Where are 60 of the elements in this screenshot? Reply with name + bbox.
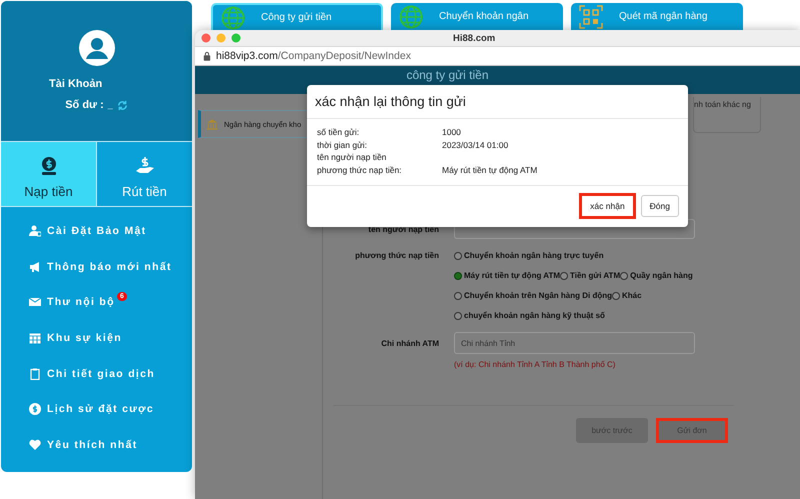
clipboard-icon xyxy=(29,368,41,380)
hand-dollar-icon xyxy=(134,156,154,176)
sidebar-tab[interactable]: Nạp tiền xyxy=(1,142,96,206)
radio-option[interactable]: Tiền gửi ATM xyxy=(560,271,620,280)
globe-icon xyxy=(221,6,245,30)
radio-button[interactable] xyxy=(454,312,462,320)
menu-item[interactable]: Thông báo mới nhất xyxy=(29,248,184,284)
detail-label: tên người nạp tiền xyxy=(317,152,388,164)
radio-button[interactable] xyxy=(454,252,462,260)
bank-icon xyxy=(207,118,219,130)
window-title: Hi88.com xyxy=(453,32,496,44)
globe-icon xyxy=(399,4,423,28)
dollar-coin-icon xyxy=(29,403,41,416)
field-label: phương thức nạp tiền xyxy=(354,251,440,260)
detail-value: Máy rút tiền tự động ATM xyxy=(442,164,538,177)
radio-button[interactable] xyxy=(620,272,628,280)
radio-option[interactable]: Máy rút tiền tự động ATM xyxy=(454,271,560,280)
deposit-method-card[interactable]: Quét mã ngân hàng xyxy=(571,3,743,30)
radio-option[interactable]: chuyển khoản ngân hàng kỹ thuật số xyxy=(454,311,605,320)
deposit-method-card[interactable]: Công ty gửi tiền xyxy=(211,3,383,30)
heart-icon xyxy=(29,438,41,451)
radio-option[interactable]: Chuyển khoản trên Ngân hàng Di động xyxy=(454,291,612,300)
balance-label: Số dư : xyxy=(65,99,104,111)
page-title: công ty gửi tiền xyxy=(406,67,489,82)
deposit-method-card[interactable]: Chuyển khoản ngân xyxy=(391,3,563,30)
detail-label: phương thức nạp tiền: xyxy=(317,164,403,177)
field-label: Chi nhánh ATM xyxy=(380,338,440,348)
calendar-icon xyxy=(29,332,41,344)
menu-item[interactable]: Chi tiết giao dịch xyxy=(29,356,167,392)
example-hint: (ví dụ: Chi nhánh Tỉnh A Tỉnh B Thành phố C) xyxy=(454,360,616,369)
radio-button[interactable] xyxy=(612,292,620,300)
menu-item[interactable]: Yêu thích nhất xyxy=(29,427,150,463)
dialog-button[interactable]: Đóng xyxy=(640,195,679,217)
radio-option[interactable]: Chuyển khoản ngân hàng trực tuyến xyxy=(454,251,604,260)
radio-button[interactable] xyxy=(454,292,462,300)
detail-value: 2023/03/14 01:00 xyxy=(442,140,508,152)
megaphone-icon xyxy=(29,260,41,273)
dialog-button[interactable]: xác nhận xyxy=(579,193,636,219)
branch-input-field[interactable]: Chi nhánh Tỉnh xyxy=(454,332,695,354)
lock-icon xyxy=(203,51,211,61)
balance-value: _ xyxy=(108,100,113,110)
qr-code-icon xyxy=(579,4,603,28)
account-label: Tài Khoản xyxy=(49,78,102,90)
info-card-text: nh toán khác ng xyxy=(694,100,751,109)
menu-item[interactable]: Khu sự kiện xyxy=(29,320,134,356)
radio-button[interactable] xyxy=(454,272,462,280)
dialog-title: xác nhận lại thông tin gửi xyxy=(307,85,688,119)
detail-value: 1000 xyxy=(442,127,461,139)
user-lock-icon xyxy=(29,224,41,237)
avatar-icon xyxy=(78,30,114,66)
envelope-icon xyxy=(29,296,41,308)
detail-label: thời gian gửi: xyxy=(317,140,368,152)
refresh-icon[interactable] xyxy=(116,100,128,110)
radio-button[interactable] xyxy=(560,272,568,280)
url-text: hi88vip3.com/CompanyDeposit/NewIndex xyxy=(216,50,411,62)
radio-option[interactable]: Khác xyxy=(612,291,642,300)
radio-option[interactable]: Quầy ngân hàng xyxy=(620,271,693,280)
address-bar[interactable]: hi88vip3.com/CompanyDeposit/NewIndex xyxy=(195,46,800,66)
menu-item[interactable]: Cài Đặt Bảo Mật xyxy=(29,213,158,249)
menu-item[interactable]: Lịch sử đặt cược xyxy=(29,391,166,428)
